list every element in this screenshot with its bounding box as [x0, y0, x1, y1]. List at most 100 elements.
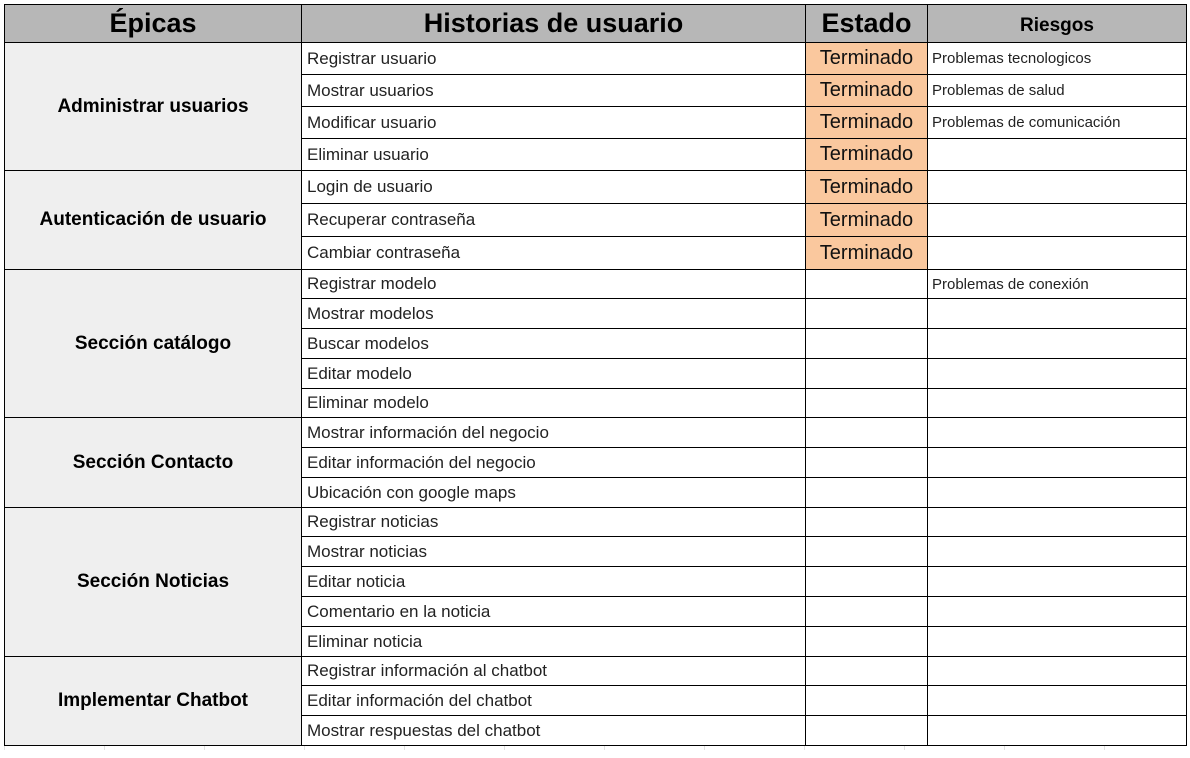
story-cell[interactable]: Editar información del chatbot	[301, 685, 806, 716]
header-historias[interactable]: Historias de usuario	[301, 4, 806, 43]
story-cell[interactable]: Login de usuario	[301, 170, 806, 204]
riesgo-cell[interactable]: Problemas de comunicación	[927, 106, 1187, 139]
riesgo-cell[interactable]	[927, 328, 1187, 359]
story-cell[interactable]: Eliminar usuario	[301, 138, 806, 171]
riesgo-cell[interactable]	[927, 447, 1187, 478]
story-cell[interactable]: Editar modelo	[301, 358, 806, 389]
estado-cell[interactable]	[805, 507, 928, 537]
riesgo-cell[interactable]	[927, 566, 1187, 597]
sheet-gridline	[504, 746, 505, 750]
header-row: Épicas Historias de usuario Estado Riesg…	[4, 4, 1187, 43]
riesgo-cell[interactable]	[927, 358, 1187, 389]
estado-cell[interactable]: Terminado	[805, 74, 928, 107]
story-cell[interactable]: Recuperar contraseña	[301, 203, 806, 237]
sheet-gridline	[304, 746, 305, 750]
estado-cell[interactable]	[805, 477, 928, 508]
estado-cell[interactable]	[805, 417, 928, 448]
sheet-gridline	[1104, 746, 1105, 750]
riesgo-cell[interactable]	[927, 715, 1187, 746]
sheet-gridline	[104, 746, 105, 750]
riesgo-cell[interactable]	[927, 388, 1187, 418]
table-row: Implementar Chatbot Registrar información…	[4, 656, 1187, 746]
epic-cell[interactable]: Implementar Chatbot	[4, 656, 302, 746]
riesgo-cell[interactable]	[927, 138, 1187, 171]
story-cell[interactable]: Editar información del negocio	[301, 447, 806, 478]
estado-cell[interactable]: Terminado	[805, 138, 928, 171]
estado-cell[interactable]: Terminado	[805, 170, 928, 204]
sheet-gridline	[704, 746, 705, 750]
riesgo-cell[interactable]	[927, 236, 1187, 270]
estado-cell[interactable]: Terminado	[805, 203, 928, 237]
epic-cell[interactable]: Autenticación de usuario	[4, 170, 302, 270]
epic-cell[interactable]: Sección Noticias	[4, 507, 302, 657]
riesgo-cell[interactable]	[927, 626, 1187, 657]
estado-cell[interactable]	[805, 685, 928, 716]
story-cell[interactable]: Registrar información al chatbot	[301, 656, 806, 686]
riesgo-cell[interactable]	[927, 298, 1187, 329]
header-estado[interactable]: Estado	[805, 4, 928, 43]
estado-cell[interactable]	[805, 328, 928, 359]
sheet-gridline	[404, 746, 405, 750]
estado-cell[interactable]: Terminado	[805, 42, 928, 75]
riesgo-cell[interactable]	[927, 656, 1187, 686]
story-cell[interactable]: Mostrar respuestas del chatbot	[301, 715, 806, 746]
riesgo-cell[interactable]: Problemas de salud	[927, 74, 1187, 107]
table-row: Sección Contacto Mostrar información del …	[4, 417, 1187, 508]
estado-cell[interactable]	[805, 269, 928, 299]
table-row: Sección catálogo Registrar modelo Problema…	[4, 269, 1187, 418]
story-cell[interactable]: Mostrar modelos	[301, 298, 806, 329]
table-row: Administrar usuarios Registrar usuario Ter…	[4, 42, 1187, 171]
riesgo-cell[interactable]: Problemas de conexión	[927, 269, 1187, 299]
estado-cell[interactable]	[805, 388, 928, 418]
story-cell[interactable]: Mostrar información del negocio	[301, 417, 806, 448]
riesgo-cell[interactable]: Problemas tecnologicos	[927, 42, 1187, 75]
story-cell[interactable]: Ubicación con google maps	[301, 477, 806, 508]
story-cell[interactable]: Registrar noticias	[301, 507, 806, 537]
riesgo-cell[interactable]	[927, 596, 1187, 627]
estado-cell[interactable]: Terminado	[805, 236, 928, 270]
estado-cell[interactable]	[805, 626, 928, 657]
epic-cell[interactable]: Sección Contacto	[4, 417, 302, 508]
estado-cell[interactable]	[805, 715, 928, 746]
story-cell[interactable]: Comentario en la noticia	[301, 596, 806, 627]
story-cell[interactable]: Mostrar usuarios	[301, 74, 806, 107]
epic-cell[interactable]: Sección catálogo	[4, 269, 302, 418]
estado-cell[interactable]	[805, 298, 928, 329]
story-cell[interactable]: Eliminar modelo	[301, 388, 806, 418]
estado-cell[interactable]	[805, 447, 928, 478]
riesgo-cell[interactable]	[927, 203, 1187, 237]
sheet-gridline	[804, 746, 805, 750]
estado-cell[interactable]	[805, 358, 928, 389]
sheet-gridline	[604, 746, 605, 750]
story-cell[interactable]: Cambiar contraseña	[301, 236, 806, 270]
epic-cell[interactable]: Administrar usuarios	[4, 42, 302, 171]
story-cell[interactable]: Eliminar noticia	[301, 626, 806, 657]
story-cell[interactable]: Modificar usuario	[301, 106, 806, 139]
riesgo-cell[interactable]	[927, 477, 1187, 508]
sheet-gridline	[1004, 746, 1005, 750]
story-cell[interactable]: Mostrar noticias	[301, 536, 806, 567]
table-row: Sección Noticias Registrar noticias	[4, 507, 1187, 657]
header-riesgos[interactable]: Riesgos	[927, 4, 1187, 43]
sheet-gridline	[4, 746, 5, 750]
header-epicas[interactable]: Épicas	[4, 4, 302, 43]
riesgo-cell[interactable]	[927, 417, 1187, 448]
table-body: Administrar usuarios Registrar usuario Ter…	[4, 42, 1187, 746]
estado-cell[interactable]	[805, 536, 928, 567]
table-row: Autenticación de usuario Login de usuario…	[4, 170, 1187, 270]
sheet-gridline	[204, 746, 205, 750]
estado-cell[interactable]	[805, 566, 928, 597]
story-cell[interactable]: Registrar modelo	[301, 269, 806, 299]
estado-cell[interactable]: Terminado	[805, 106, 928, 139]
epics-table: Épicas Historias de usuario Estado Riesg…	[4, 4, 1187, 746]
riesgo-cell[interactable]	[927, 507, 1187, 537]
story-cell[interactable]: Buscar modelos	[301, 328, 806, 359]
riesgo-cell[interactable]	[927, 170, 1187, 204]
riesgo-cell[interactable]	[927, 685, 1187, 716]
story-cell[interactable]: Registrar usuario	[301, 42, 806, 75]
estado-cell[interactable]	[805, 656, 928, 686]
story-cell[interactable]: Editar noticia	[301, 566, 806, 597]
riesgo-cell[interactable]	[927, 536, 1187, 567]
sheet-gridline	[904, 746, 905, 750]
estado-cell[interactable]	[805, 596, 928, 627]
